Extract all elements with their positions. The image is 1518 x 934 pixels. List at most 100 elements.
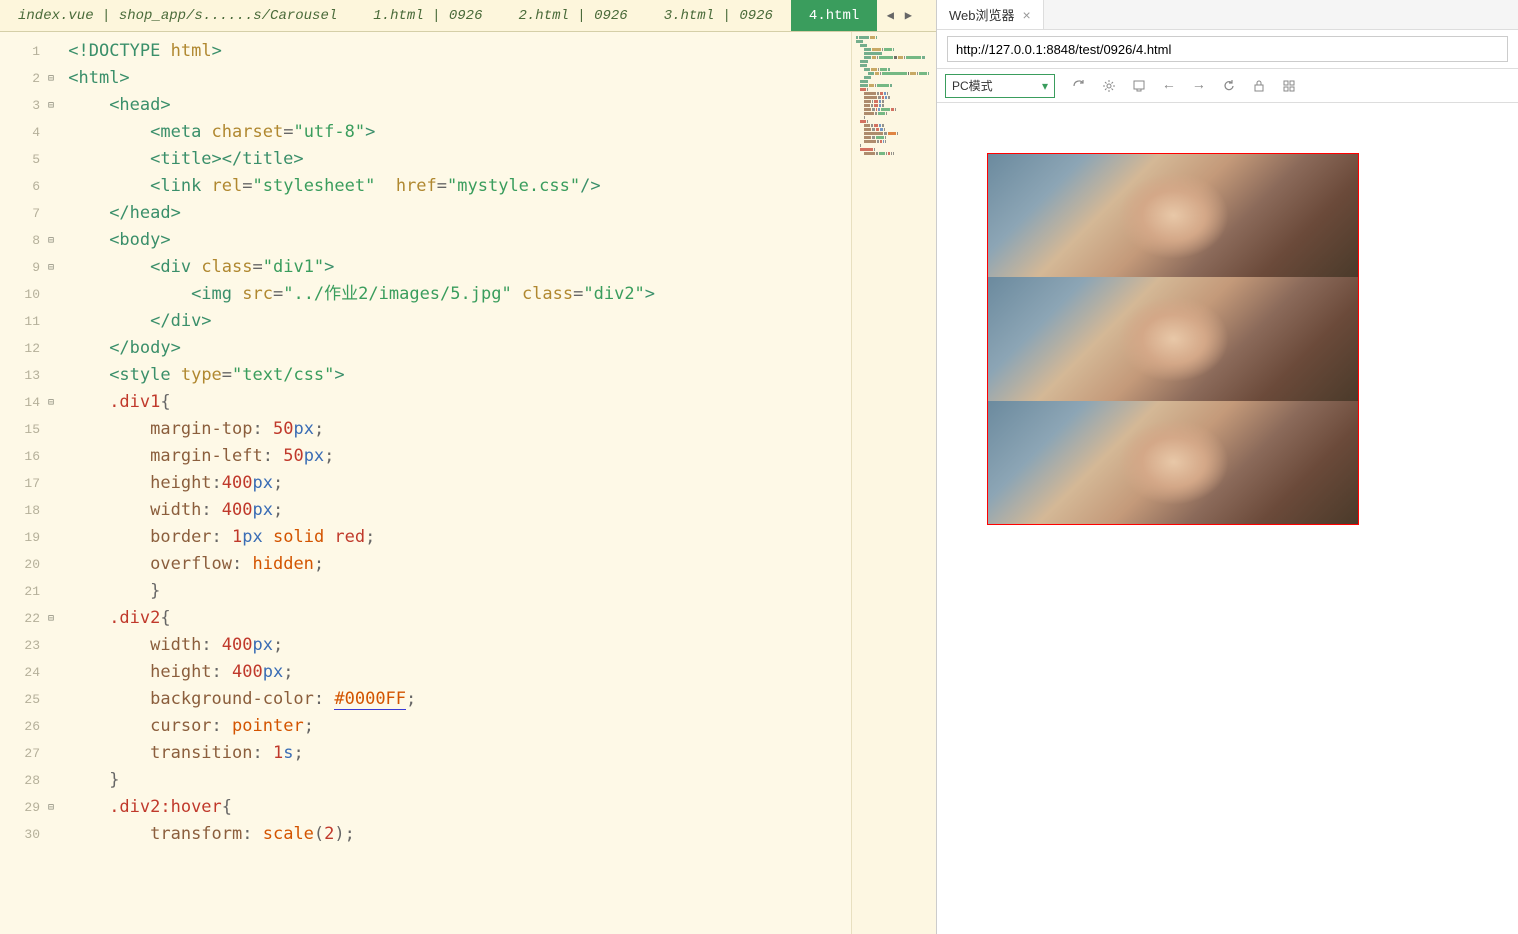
device-icon[interactable]: [1131, 78, 1147, 94]
code-area[interactable]: <!DOCTYPE html> <html> <head> <meta char…: [58, 32, 851, 934]
tab-next-icon[interactable]: ▶: [901, 9, 915, 23]
browser-content[interactable]: [937, 103, 1518, 934]
code-line: overflow: hidden;: [58, 551, 851, 578]
close-icon[interactable]: ×: [1023, 7, 1031, 23]
tab-prev-icon[interactable]: ◀: [883, 9, 897, 23]
line-number: 21: [0, 578, 44, 605]
tab-3-html[interactable]: 3.html | 0926: [646, 0, 791, 31]
code-line: <!DOCTYPE html>: [58, 38, 851, 65]
line-number: 16: [0, 443, 44, 470]
fold-marker: [44, 713, 58, 740]
mode-select[interactable]: PC模式: [945, 74, 1055, 98]
code-line: </head>: [58, 200, 851, 227]
gear-icon[interactable]: [1101, 78, 1117, 94]
fold-marker[interactable]: ⊟: [44, 605, 58, 632]
fold-marker[interactable]: ⊟: [44, 227, 58, 254]
fold-marker[interactable]: ⊟: [44, 389, 58, 416]
browser-tabs: Web浏览器 ×: [937, 0, 1518, 30]
tab-2-html[interactable]: 2.html | 0926: [500, 0, 645, 31]
code-line: <body>: [58, 227, 851, 254]
fold-marker: [44, 470, 58, 497]
fold-marker[interactable]: ⊟: [44, 65, 58, 92]
fold-marker: [44, 308, 58, 335]
fold-marker: [44, 524, 58, 551]
code-line: background-color: #0000FF;: [58, 686, 851, 713]
preview-image-3: [988, 401, 1358, 524]
code-line: <title></title>: [58, 146, 851, 173]
tab-1-html[interactable]: 1.html | 0926: [355, 0, 500, 31]
code-line: .div1{: [58, 389, 851, 416]
browser-pane: Web浏览器 × PC模式 ← →: [936, 0, 1518, 934]
fold-marker: [44, 551, 58, 578]
preview-image-2: [988, 277, 1358, 400]
minimap[interactable]: [851, 32, 936, 934]
fold-marker: [44, 281, 58, 308]
line-number: 5: [0, 146, 44, 173]
line-number: 18: [0, 497, 44, 524]
line-number: 3: [0, 92, 44, 119]
fold-marker[interactable]: ⊟: [44, 254, 58, 281]
fold-marker: [44, 362, 58, 389]
code-line: cursor: pointer;: [58, 713, 851, 740]
tab-index-vue[interactable]: index.vue | shop_app/s......s/Carousel: [0, 0, 355, 31]
line-number: 26: [0, 713, 44, 740]
browser-tab-title: Web浏览器: [949, 5, 1015, 24]
line-number-gutter: 1234567891011121314151617181920212223242…: [0, 32, 44, 934]
browser-toolbar: PC模式 ← →: [937, 69, 1518, 103]
toolbar-icons: ← →: [1071, 78, 1297, 94]
fold-marker: [44, 767, 58, 794]
fold-column: ⊟⊟⊟⊟⊟⊟⊟: [44, 32, 58, 934]
line-number: 9: [0, 254, 44, 281]
refresh-icon[interactable]: [1071, 78, 1087, 94]
code-line: width: 400px;: [58, 497, 851, 524]
lock-icon[interactable]: [1251, 78, 1267, 94]
line-number: 2: [0, 65, 44, 92]
fold-marker: [44, 416, 58, 443]
code-line: </div>: [58, 308, 851, 335]
code-line: margin-left: 50px;: [58, 443, 851, 470]
fold-marker: [44, 173, 58, 200]
line-number: 1: [0, 38, 44, 65]
browser-tab[interactable]: Web浏览器 ×: [937, 0, 1044, 29]
code-line: <div class="div1">: [58, 254, 851, 281]
fold-marker: [44, 119, 58, 146]
line-number: 29: [0, 794, 44, 821]
reload-icon[interactable]: [1221, 78, 1237, 94]
fold-marker: [44, 497, 58, 524]
forward-icon[interactable]: →: [1191, 78, 1207, 94]
code-line: width: 400px;: [58, 632, 851, 659]
line-number: 11: [0, 308, 44, 335]
code-line: .div2:hover{: [58, 794, 851, 821]
grid-icon[interactable]: [1281, 78, 1297, 94]
code-line: <link rel="stylesheet" href="mystyle.css…: [58, 173, 851, 200]
fold-marker[interactable]: ⊟: [44, 92, 58, 119]
line-number: 30: [0, 821, 44, 848]
line-number: 19: [0, 524, 44, 551]
fold-marker: [44, 146, 58, 173]
line-number: 6: [0, 173, 44, 200]
code-line: height: 400px;: [58, 659, 851, 686]
fold-marker: [44, 659, 58, 686]
fold-marker: [44, 740, 58, 767]
fold-marker: [44, 335, 58, 362]
tab-4-html[interactable]: 4.html: [791, 0, 877, 31]
line-number: 15: [0, 416, 44, 443]
editor-body: 1234567891011121314151617181920212223242…: [0, 32, 936, 934]
code-line: <img src="../作业2/images/5.jpg" class="di…: [58, 281, 851, 308]
line-number: 23: [0, 632, 44, 659]
preview-container: [987, 153, 1359, 525]
code-line: <meta charset="utf-8">: [58, 119, 851, 146]
line-number: 27: [0, 740, 44, 767]
code-line: }: [58, 767, 851, 794]
code-line: transition: 1s;: [58, 740, 851, 767]
line-number: 24: [0, 659, 44, 686]
code-line: }: [58, 578, 851, 605]
code-line: transform: scale(2);: [58, 821, 851, 848]
code-line: <html>: [58, 65, 851, 92]
back-icon[interactable]: ←: [1161, 78, 1177, 94]
fold-marker: [44, 200, 58, 227]
fold-marker[interactable]: ⊟: [44, 794, 58, 821]
line-number: 8: [0, 227, 44, 254]
code-line: <head>: [58, 92, 851, 119]
url-input[interactable]: [947, 36, 1508, 62]
